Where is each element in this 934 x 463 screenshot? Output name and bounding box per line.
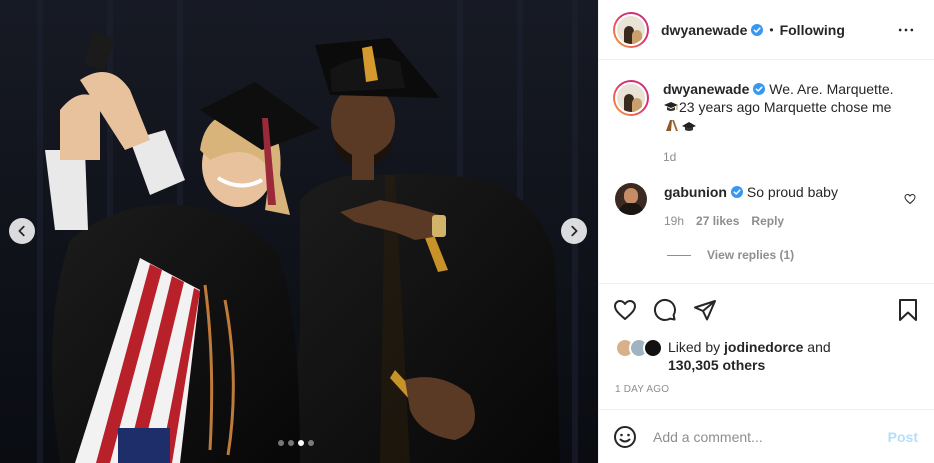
comment-time[interactable]: 19h: [664, 214, 684, 228]
chevron-left-icon: [18, 225, 25, 237]
previous-slide-button[interactable]: [9, 218, 35, 244]
post-actions-section: Liked by jodinedorce and 130,305 others …: [599, 283, 934, 395]
graduation-cap-emoji-icon: [664, 102, 678, 111]
verified-badge-icon: [753, 83, 766, 95]
verified-badge-icon: [751, 23, 764, 36]
view-replies-label: View replies (1): [707, 248, 795, 262]
comments-list[interactable]: dwyanewade We. Are. Marquette. 23 years …: [599, 61, 934, 283]
liked-by-user[interactable]: jodinedorce: [724, 339, 803, 355]
more-options-icon: [898, 28, 914, 31]
likes-conjunction: and: [807, 339, 831, 355]
comment-item: gabunion So proud baby 19h 27 likes Repl…: [613, 183, 918, 228]
post-comment-button[interactable]: Post: [888, 429, 918, 445]
post-header: dwyanewade • Following: [599, 0, 934, 60]
post-date[interactable]: 1 DAY AGO: [615, 384, 918, 395]
add-comment-input[interactable]: [653, 428, 888, 445]
likes-summary: Liked by jodinedorce and 130,305 others: [615, 338, 918, 374]
post-caption: dwyanewade We. Are. Marquette. 23 years …: [613, 80, 918, 166]
next-slide-button[interactable]: [561, 218, 587, 244]
add-comment-bar: Post: [599, 409, 934, 463]
comment-text: So proud baby: [746, 184, 838, 200]
emoji-picker-button[interactable]: [613, 425, 637, 449]
header-separator: •: [769, 22, 774, 37]
liker-avatars[interactable]: [615, 338, 665, 358]
instagram-post: dwyanewade • Following dwyanewade We. Ar…: [0, 0, 934, 463]
praying-hands-emoji-icon: [666, 120, 696, 131]
caption-line-1: We. Are. Marquette.: [769, 81, 894, 97]
caption-author-username[interactable]: dwyanewade: [663, 81, 749, 97]
author-avatar[interactable]: [613, 11, 649, 48]
carousel-dot: [288, 440, 294, 446]
author-username[interactable]: dwyanewade: [661, 22, 747, 38]
commenter-username[interactable]: gabunion: [664, 184, 727, 200]
bookmark-icon: [899, 299, 917, 321]
likes-count[interactable]: 130,305 others: [668, 357, 765, 373]
smiley-icon: [614, 425, 636, 448]
caption-line-2: 23 years ago Marquette chose me: [679, 99, 892, 115]
carousel-dot: [298, 440, 304, 446]
carousel-dot: [308, 440, 314, 446]
like-button[interactable]: [613, 298, 637, 322]
comment-icon: [653, 298, 676, 321]
action-bar: [613, 284, 920, 334]
comment-likes[interactable]: 27 likes: [696, 214, 739, 228]
view-replies-button[interactable]: View replies (1): [667, 248, 918, 262]
verified-badge-icon: [731, 186, 743, 198]
save-button[interactable]: [896, 298, 920, 322]
comment-button[interactable]: [653, 298, 677, 322]
like-comment-heart-icon[interactable]: [904, 193, 916, 205]
likes-prefix: Liked by: [668, 339, 721, 355]
caption-time[interactable]: 1d: [663, 148, 908, 166]
more-options-button[interactable]: [894, 18, 918, 42]
commenter-avatar[interactable]: [615, 183, 647, 215]
following-button[interactable]: Following: [780, 22, 845, 38]
share-button[interactable]: [693, 298, 717, 322]
carousel-dot: [278, 440, 284, 446]
comment-meta: 19h 27 likes Reply: [664, 214, 894, 228]
share-icon: [694, 300, 716, 321]
graduation-selfie-photo: [0, 0, 598, 463]
heart-icon: [614, 300, 636, 320]
caption-author-avatar[interactable]: [613, 80, 649, 116]
post-media[interactable]: [0, 0, 598, 463]
reply-button[interactable]: Reply: [751, 214, 784, 228]
carousel-indicator: [278, 440, 314, 446]
chevron-right-icon: [571, 225, 578, 237]
post-sidebar: dwyanewade • Following dwyanewade We. Ar…: [598, 0, 934, 463]
